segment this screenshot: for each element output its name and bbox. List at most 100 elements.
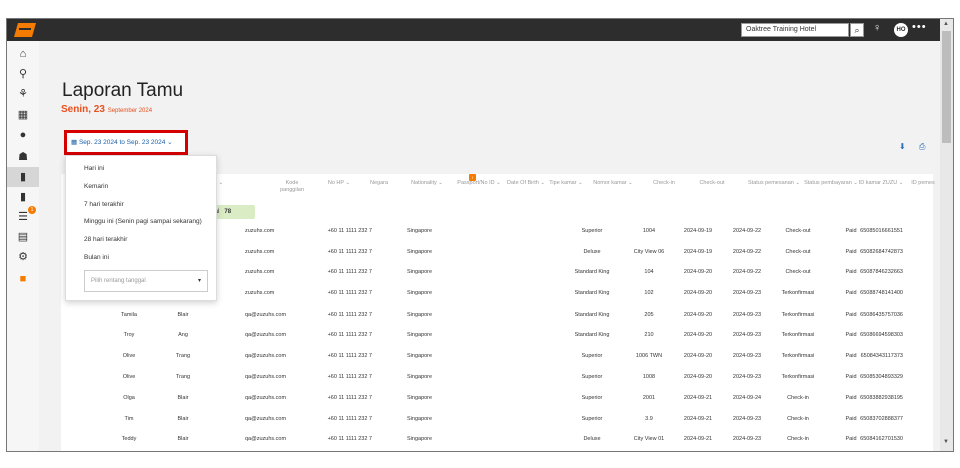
hotel-selector[interactable]: Oaktree Training Hotel (741, 23, 849, 37)
header-check-in[interactable]: Check-in (653, 180, 675, 186)
search-icon[interactable]: ⌕ (850, 23, 864, 37)
cell-email: qa@zuzuhs.com (245, 332, 287, 338)
header-nomor-kamar[interactable]: Nomor kamar ⌄ (593, 180, 632, 186)
cell-phone: +60 11 1111 232 7 (327, 374, 372, 380)
scroll-up-icon[interactable]: ▲ (943, 21, 949, 27)
search-icon[interactable]: ⚲ (7, 64, 39, 84)
scroll-down-icon[interactable]: ▼ (943, 439, 949, 445)
date-range-button[interactable]: ▦ Sep. 23 2024 to Sep. 23 2024 ⌄ (64, 130, 188, 155)
cell-room-type: Standard King (574, 290, 610, 296)
dropdown-item[interactable]: Kemarin (84, 183, 108, 190)
header-kode-panggilan[interactable]: Kode (286, 180, 299, 186)
cell-checkin: 2024-09-20 (683, 312, 713, 318)
cell-room-id: 65085304893329 (860, 374, 903, 380)
cell-payment: Paid (845, 332, 857, 338)
table-row[interactable]: Olga Blair qa@zuzuhs.com +60 11 1111 232 7 S… (61, 395, 953, 405)
cell-payment: Paid (845, 312, 857, 318)
briefcase-icon[interactable]: ■ (7, 269, 39, 289)
page-title: Laporan Tamu (62, 80, 184, 101)
cell-status: Terkonfirmasi (781, 374, 815, 380)
bicycle-icon[interactable]: ⚘ (7, 84, 39, 104)
page-date: Senin, 23 September 2024 (61, 104, 152, 115)
header-negara[interactable]: Negara (370, 180, 388, 186)
cell-checkin: 2024-09-19 (683, 249, 713, 255)
cell-room-no: 205 (644, 312, 654, 318)
cell-status: Terkonfirmasi (781, 290, 815, 296)
cell-checkout: 2024-09-23 (732, 416, 762, 422)
header-id-kamar[interactable]: ID kamar ZUZU ⌄ (859, 180, 904, 186)
dropdown-item[interactable]: 7 hari terakhir (84, 201, 124, 208)
cell-status: Check-out (785, 249, 811, 255)
header-date-of-birth[interactable]: Date Of Birth ⌄ (507, 180, 545, 186)
cell-country: Singapore (407, 436, 433, 442)
header-id-pemesanan[interactable]: ID pemes (911, 180, 935, 186)
vertical-scrollbar[interactable]: ▲ ▼ (940, 19, 953, 451)
id-card-icon[interactable]: ▤ (7, 227, 39, 247)
cell-status: Check-out (785, 269, 811, 275)
calendar-icon[interactable]: ▦ (7, 105, 39, 125)
cell-country: Singapore (407, 416, 433, 422)
cell-email: qa@zuzuhs.com (245, 312, 287, 318)
header-check-out[interactable]: Check-out (699, 180, 724, 186)
page-date-main: Senin, 23 (61, 104, 105, 115)
gavel-icon[interactable]: ☗ (7, 147, 39, 167)
cell-room-id: 65086435757036 (860, 312, 903, 318)
table-row[interactable]: Troy Ang qa@zuzuhs.com +60 11 1111 232 7 Sin… (61, 332, 953, 342)
print-icon[interactable]: ⎙ (919, 142, 925, 152)
dropdown-item[interactable]: 28 hari terakhir (84, 236, 127, 243)
home-icon[interactable]: ⌂ (7, 44, 39, 64)
cell-first: Tim (124, 416, 134, 422)
header-tipe-kamar[interactable]: Tipe kamar ⌄ (549, 180, 582, 186)
cell-room-type: Superior (581, 374, 603, 380)
header-nationality[interactable]: Nationality ⌄ (411, 180, 443, 186)
cell-room-no: 1004 (642, 228, 656, 234)
cell-first: Olive (122, 353, 136, 359)
cell-status: Terkonfirmasi (781, 312, 815, 318)
table-row[interactable]: Teddy Blair qa@zuzuhs.com +60 11 1111 232 7… (61, 436, 953, 446)
dropdown-item[interactable]: Minggu ini (Senin pagi sampai sekarang) (84, 218, 202, 225)
cell-room-no: 102 (644, 290, 654, 296)
cell-country: Singapore (407, 228, 433, 234)
header-no-hp[interactable]: No HP ⌄ (328, 180, 350, 186)
scrollbar-thumb[interactable] (942, 31, 951, 143)
cell-email: zuzuhs.com (245, 290, 275, 296)
cell-country: Singapore (407, 312, 433, 318)
download-icon[interactable]: ⬇ (899, 142, 906, 151)
gear-icon[interactable]: ⚙ (7, 247, 39, 267)
more-icon[interactable]: ••• (912, 21, 927, 33)
cell-email: qa@zuzuhs.com (245, 395, 287, 401)
cell-first: Troy (123, 332, 135, 338)
table-row[interactable]: Olive Trang qa@zuzuhs.com +60 11 1111 232 7… (61, 353, 953, 363)
info-icon[interactable]: ● (7, 125, 39, 145)
cell-status: Check-in (787, 395, 809, 401)
header-status-pemesanan[interactable]: Status pemesanan ⌄ (748, 180, 800, 186)
cell-email: zuzuhs.com (245, 228, 275, 234)
cell-checkin: 2024-09-21 (683, 416, 713, 422)
table-row[interactable]: Tim Blair qa@zuzuhs.com +60 11 1111 232 7 Si… (61, 416, 953, 426)
table-row[interactable]: Olive Trang qa@zuzuhs.com +60 11 1111 232 7… (61, 374, 953, 384)
header-passport[interactable]: Passport/No ID ⌄ (457, 180, 500, 186)
cell-room-no: 2001 (642, 395, 656, 401)
lightbulb-icon[interactable]: ♀ (873, 22, 881, 34)
cell-first: Tamila (121, 312, 137, 318)
cell-checkout: 2024-09-23 (732, 374, 762, 380)
date-range-select[interactable]: Pilih rentang tanggal ▾ (84, 270, 208, 292)
logo-icon (14, 23, 36, 37)
cell-payment: Paid (845, 374, 857, 380)
cell-country: Singapore (407, 290, 433, 296)
header-status-pembayaran[interactable]: Status pembayaran ⌄ (804, 180, 858, 186)
report-alt-icon[interactable]: ▮ (7, 187, 39, 207)
avatar[interactable]: HO (894, 23, 908, 37)
total-value: 78 (224, 209, 232, 215)
cell-phone: +60 11 1111 232 7 (327, 353, 372, 359)
cell-phone: +60 11 1111 232 7 (327, 228, 372, 234)
cell-room-id: 65082684742873 (860, 249, 903, 255)
report-icon[interactable]: ▮ (7, 167, 39, 187)
cell-room-id: 65087846232663 (860, 269, 903, 275)
cell-room-id: 65084162701530 (860, 436, 903, 442)
cell-room-no: 104 (644, 269, 654, 275)
dropdown-item[interactable]: Hari ini (84, 165, 104, 172)
dropdown-item[interactable]: Bulan ini (84, 254, 109, 261)
chevron-down-icon: ▾ (197, 278, 201, 284)
table-row[interactable]: Tamila Blair qa@zuzuhs.com +60 11 1111 232 … (61, 312, 953, 322)
